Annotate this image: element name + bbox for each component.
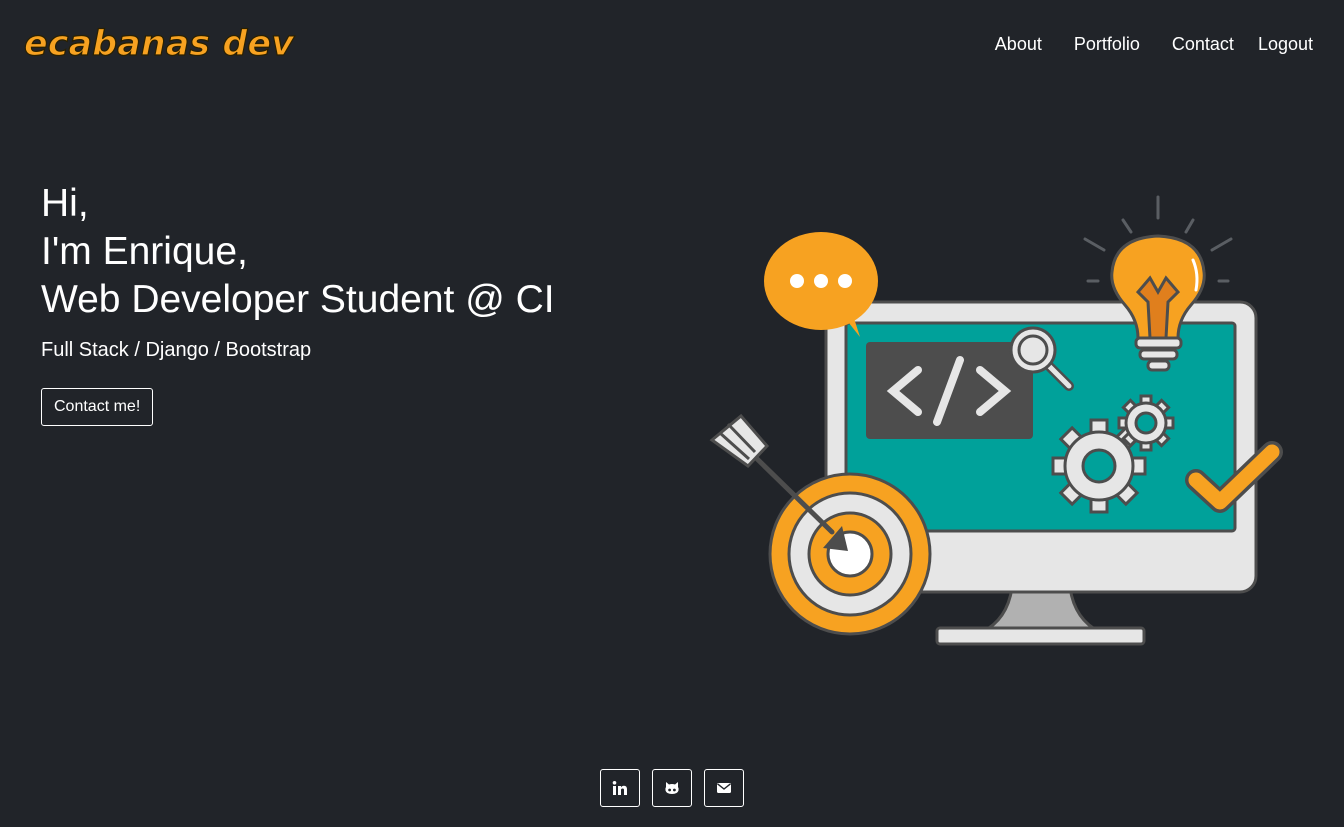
hero-illustration [700,190,1300,655]
nav-link-portfolio[interactable]: Portfolio [1074,33,1140,55]
hero-heading: Hi, I'm Enrique, Web Developer Student @… [41,180,555,324]
brand-text: ecabanas dev [24,24,295,64]
email-icon [717,783,731,793]
hero-role: Web Developer Student @ CI [41,278,555,321]
nav-link-contact[interactable]: Contact [1172,33,1234,55]
hero-subtitle: Full Stack / Django / Bootstrap [41,339,312,361]
contact-me-button[interactable]: Contact me! [41,388,154,426]
small-gear-icon [1117,394,1175,452]
nav-links: About Portfolio Contact Logout [995,33,1313,55]
hero-name: I'm Enrique, [41,230,248,273]
hero-section: Hi, I'm Enrique, Web Developer Student @… [41,180,555,426]
github-icon [665,782,679,794]
email-button[interactable] [704,769,744,807]
hero-greeting: Hi, [41,182,89,225]
linkedin-icon [612,781,627,795]
social-links [600,769,744,807]
github-button[interactable] [652,769,692,807]
nav-link-logout[interactable]: Logout [1258,33,1313,55]
monitor-stand [935,586,1146,646]
nav-link-about[interactable]: About [995,33,1042,55]
linkedin-button[interactable] [600,769,640,807]
brand-logo[interactable]: ecabanas dev [22,22,318,69]
navbar: ecabanas dev About Portfolio Contact Log… [0,0,1344,88]
